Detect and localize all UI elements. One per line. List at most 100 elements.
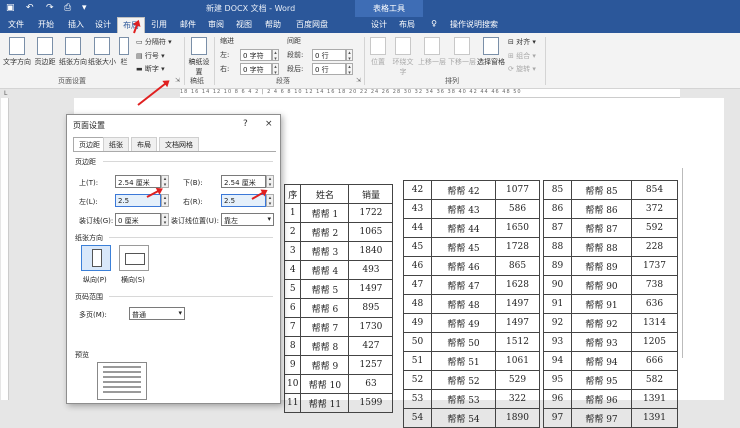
table-cell[interactable]: 1205 bbox=[631, 332, 678, 352]
tab-paper[interactable]: 纸张 bbox=[103, 137, 129, 151]
table-cell[interactable]: 帮帮 90 bbox=[571, 275, 632, 295]
bottom-margin-input[interactable]: 2.54 厘米 bbox=[221, 175, 266, 188]
vertical-ruler[interactable] bbox=[1, 98, 9, 400]
table-cell[interactable]: 1628 bbox=[495, 275, 540, 295]
bottom-margin-spinner[interactable]: ▴ ▾ bbox=[266, 175, 274, 188]
line-numbers-button[interactable]: ▤ 行号 ▾ bbox=[136, 51, 165, 61]
table-cell[interactable]: 1391 bbox=[631, 389, 678, 409]
table-cell[interactable]: 372 bbox=[631, 199, 678, 219]
text-direction-button[interactable]: 文字方向 bbox=[3, 37, 31, 67]
table-cell[interactable]: 87 bbox=[543, 218, 572, 238]
table-cell[interactable]: 1 bbox=[283, 203, 302, 223]
table-cell[interactable]: 帮帮 97 bbox=[571, 408, 632, 428]
columns-button[interactable]: 栏 bbox=[117, 37, 131, 67]
table-cell[interactable]: 1391 bbox=[631, 408, 678, 428]
data-table-block-1[interactable]: 序姓名 销量 1 帮帮 1 1722 2 帮帮 2 1065 3 帮帮 3 1840 4 帮帮 4 493… bbox=[283, 184, 394, 413]
table-cell[interactable]: 1599 bbox=[348, 393, 394, 413]
hyphenation-button[interactable]: ▬ 断字 ▾ bbox=[136, 64, 165, 74]
table-cell[interactable]: 帮帮 7 bbox=[300, 317, 350, 337]
table-cell[interactable]: 帮帮 53 bbox=[431, 389, 496, 409]
table-cell[interactable]: 8 bbox=[283, 336, 302, 356]
tab-insert[interactable]: 插入 bbox=[62, 17, 90, 33]
table-cell[interactable]: 96 bbox=[543, 389, 572, 409]
table-cell[interactable]: 322 bbox=[495, 389, 540, 409]
table-cell[interactable]: 1728 bbox=[495, 237, 540, 257]
table-cell[interactable]: 91 bbox=[543, 294, 572, 314]
table-cell[interactable]: 帮帮 45 bbox=[431, 237, 496, 257]
align-button[interactable]: ⊟ 对齐 ▾ bbox=[508, 37, 536, 47]
table-cell[interactable]: 666 bbox=[631, 351, 678, 371]
table-cell[interactable]: 51 bbox=[403, 351, 432, 371]
table-cell[interactable]: 1314 bbox=[631, 313, 678, 333]
tell-me-search[interactable]: 操作说明搜索 bbox=[444, 17, 504, 33]
table-cell[interactable]: 帮帮 87 bbox=[571, 218, 632, 238]
table-cell[interactable]: 7 bbox=[283, 317, 302, 337]
table-cell[interactable]: 帮帮 85 bbox=[571, 180, 632, 200]
paragraph-launcher-icon[interactable]: ⇲ bbox=[356, 77, 361, 84]
table-cell[interactable]: 帮帮 51 bbox=[431, 351, 496, 371]
table-cell[interactable]: 帮帮 94 bbox=[571, 351, 632, 371]
table-cell[interactable]: 5 bbox=[283, 279, 302, 299]
group-button[interactable]: ⊞ 组合 ▾ bbox=[508, 51, 536, 61]
table-cell[interactable]: 帮帮 48 bbox=[431, 294, 496, 314]
tab-baidu-netdisk[interactable]: 百度网盘 bbox=[288, 17, 336, 33]
table-cell[interactable]: 帮帮 91 bbox=[571, 294, 632, 314]
table-cell[interactable]: 帮帮 93 bbox=[571, 332, 632, 352]
table-cell[interactable]: 3 bbox=[283, 241, 302, 261]
wrap-text-button[interactable]: 环绕文字 bbox=[390, 37, 416, 77]
table-cell[interactable]: 6 bbox=[283, 298, 302, 318]
indent-right-field[interactable]: 0 字符 bbox=[240, 63, 272, 75]
bring-forward-button[interactable]: 上移一层 bbox=[418, 37, 446, 67]
left-margin-spinner[interactable]: ▴ ▾ bbox=[161, 194, 169, 207]
table-cell[interactable]: 94 bbox=[543, 351, 572, 371]
table-cell[interactable]: 帮帮 44 bbox=[431, 218, 496, 238]
table-cell[interactable]: 帮帮 89 bbox=[571, 256, 632, 276]
top-margin-input[interactable]: 2.54 厘米 bbox=[115, 175, 161, 188]
table-cell[interactable]: 帮帮 1 bbox=[300, 203, 350, 223]
table-cell[interactable]: 帮帮 10 bbox=[300, 374, 350, 394]
landscape-option[interactable] bbox=[119, 245, 149, 271]
table-cell[interactable]: 10 bbox=[283, 374, 302, 394]
table-cell[interactable]: 4 bbox=[283, 260, 302, 280]
table-cell[interactable]: 帮帮 4 bbox=[300, 260, 350, 280]
table-cell[interactable]: 9 bbox=[283, 355, 302, 375]
table-cell[interactable]: 89 bbox=[543, 256, 572, 276]
size-button[interactable]: 纸张大小 bbox=[88, 37, 116, 67]
table-cell[interactable]: 85 bbox=[543, 180, 572, 200]
tab-margins[interactable]: 页边距 bbox=[73, 137, 106, 152]
table-cell[interactable]: 592 bbox=[631, 218, 678, 238]
table-cell[interactable]: 86 bbox=[543, 199, 572, 219]
customize-icon[interactable]: ▾ bbox=[82, 3, 87, 13]
table-cell[interactable]: 63 bbox=[348, 374, 394, 394]
orientation-button[interactable]: 纸张方向 bbox=[59, 37, 87, 67]
indent-left-field[interactable]: 0 字符 bbox=[240, 49, 272, 61]
indent-left-spinner[interactable]: ▴ ▾ bbox=[272, 49, 279, 62]
table-cell[interactable]: 47 bbox=[403, 275, 432, 295]
send-backward-button[interactable]: 下移一层 bbox=[448, 37, 476, 67]
table-cell[interactable]: 54 bbox=[403, 408, 432, 428]
tab-mailings[interactable]: 邮件 bbox=[175, 17, 201, 33]
table-cell[interactable]: 582 bbox=[631, 370, 678, 390]
table-cell[interactable]: 1650 bbox=[495, 218, 540, 238]
table-cell[interactable]: 帮帮 8 bbox=[300, 336, 350, 356]
table-cell[interactable]: 93 bbox=[543, 332, 572, 352]
table-cell[interactable]: 95 bbox=[543, 370, 572, 390]
table-cell[interactable]: 44 bbox=[403, 218, 432, 238]
table-cell[interactable]: 帮帮 52 bbox=[431, 370, 496, 390]
table-cell[interactable]: 帮帮 46 bbox=[431, 256, 496, 276]
space-before-spinner[interactable]: ▴ ▾ bbox=[346, 49, 353, 62]
right-margin-spinner[interactable]: ▴ ▾ bbox=[266, 194, 274, 207]
table-cell[interactable]: 帮帮 5 bbox=[300, 279, 350, 299]
table-cell[interactable]: 90 bbox=[543, 275, 572, 295]
table-cell[interactable]: 1257 bbox=[348, 355, 394, 375]
table-header-cell[interactable]: 销量 bbox=[348, 184, 394, 204]
table-cell[interactable]: 636 bbox=[631, 294, 678, 314]
margins-button[interactable]: 页边距 bbox=[32, 37, 58, 67]
portrait-option[interactable] bbox=[81, 245, 111, 271]
table-cell[interactable]: 帮帮 6 bbox=[300, 298, 350, 318]
table-cell[interactable]: 586 bbox=[495, 199, 540, 219]
table-cell[interactable]: 帮帮 92 bbox=[571, 313, 632, 333]
help-button[interactable]: ? bbox=[243, 119, 248, 129]
tab-table-layout[interactable]: 布局 bbox=[394, 17, 420, 33]
tab-home[interactable]: 开始 bbox=[32, 17, 60, 33]
